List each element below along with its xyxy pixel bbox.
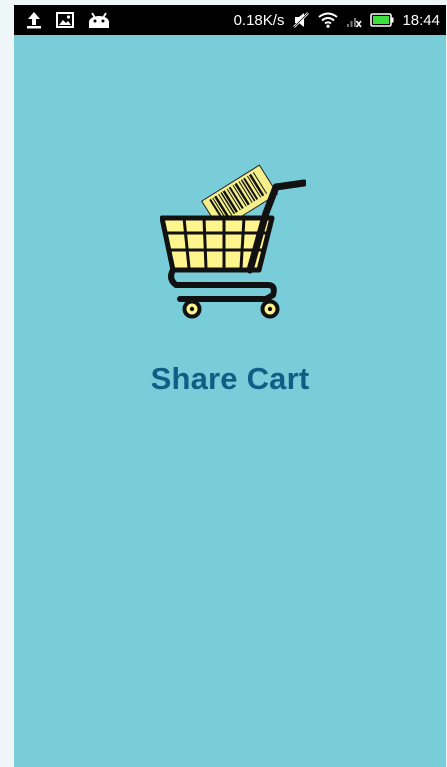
app-name: Share Cart <box>150 361 310 396</box>
shopping-cart-barcode-icon <box>159 163 308 321</box>
splash-screen: Share Cart <box>14 5 446 767</box>
app-screen: 0.18K/s 18:44 Share Cart <box>14 5 446 767</box>
